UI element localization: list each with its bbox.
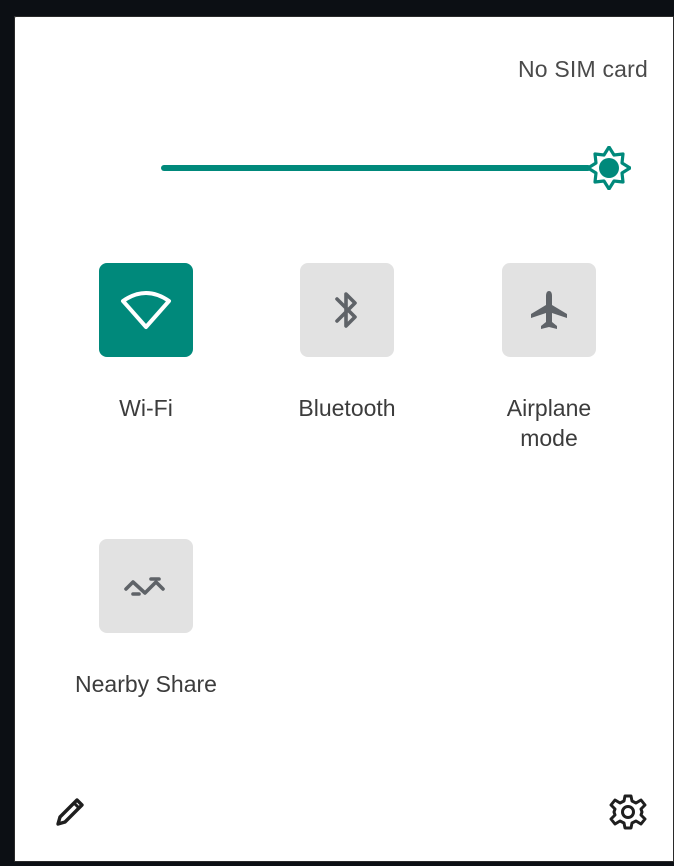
settings-button[interactable] — [608, 792, 648, 832]
quick-settings-panel: No SIM card Wi-Fi Bluetooth Airplane mod… — [14, 16, 674, 862]
pencil-icon — [56, 798, 84, 826]
airplane-mode-toggle-button[interactable] — [502, 263, 596, 357]
tile-wifi[interactable]: Wi-Fi — [76, 263, 216, 423]
tile-label-bluetooth: Bluetooth — [298, 395, 396, 421]
brightness-thumb-icon[interactable] — [587, 146, 631, 190]
brightness-slider-track[interactable] — [161, 165, 591, 171]
tile-airplane-mode[interactable]: Airplane mode — [479, 263, 619, 453]
nearby-share-icon — [124, 577, 165, 596]
wifi-icon — [121, 291, 171, 329]
wifi-toggle-button[interactable] — [99, 263, 193, 357]
gear-icon — [609, 794, 647, 830]
bluetooth-icon — [335, 292, 357, 328]
tile-label-nearby-share: Nearby Share — [75, 671, 217, 697]
tile-bluetooth[interactable]: Bluetooth — [277, 263, 417, 423]
bluetooth-toggle-button[interactable] — [300, 263, 394, 357]
edit-button[interactable] — [50, 792, 90, 832]
nearby-share-toggle-button[interactable] — [99, 539, 193, 633]
tile-label-airplane-mode: Airplane mode — [506, 395, 592, 451]
airplane-icon — [531, 291, 567, 329]
brightness-slider[interactable] — [161, 146, 631, 190]
tile-nearby-share[interactable]: Nearby Share — [75, 539, 217, 699]
tile-label-wifi: Wi-Fi — [119, 395, 173, 421]
sim-status-text: No SIM card — [517, 56, 648, 82]
